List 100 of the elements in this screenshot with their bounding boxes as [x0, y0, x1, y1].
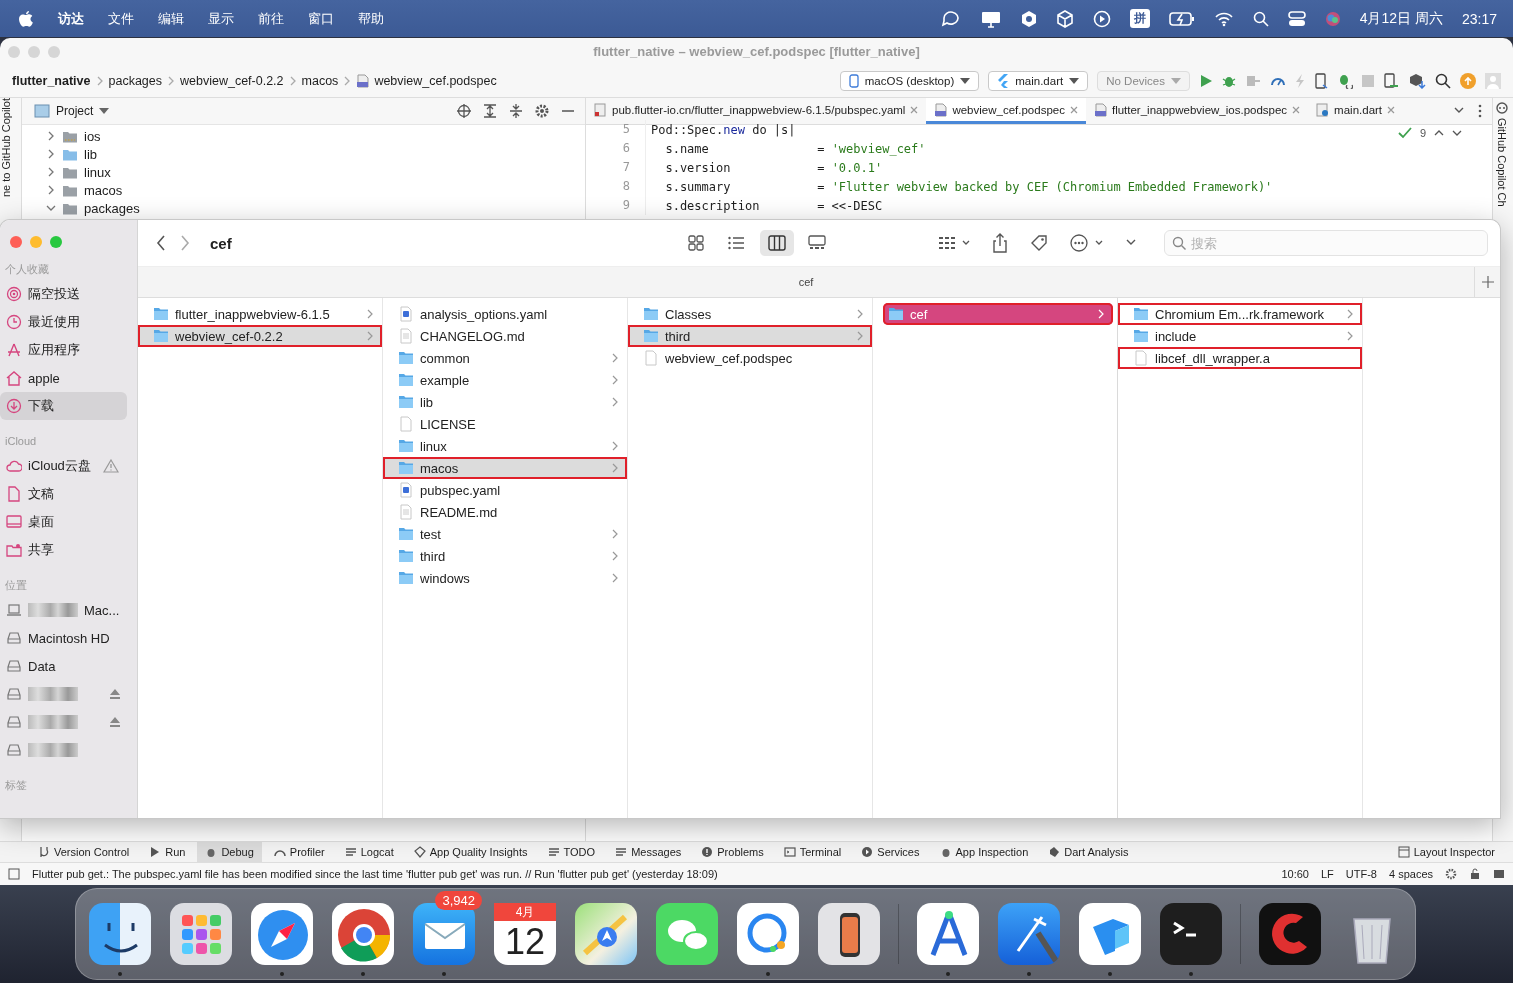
indent-setting[interactable]: 4 spaces [1388, 868, 1433, 880]
caret-position[interactable]: 10:60 [1281, 868, 1309, 880]
chevron-right-icon[interactable] [46, 167, 56, 177]
run-configuration-selector[interactable]: main.dart [988, 71, 1089, 91]
sidebar-item[interactable]: apple [0, 364, 127, 392]
side-tool-tab[interactable]: ne to GitHub Copilot [0, 98, 15, 204]
tool-window-tab[interactable]: Problems [693, 842, 772, 862]
battery-icon[interactable] [1168, 10, 1195, 27]
breadcrumb-item[interactable]: macos [301, 74, 339, 88]
file-row[interactable]: test [383, 523, 627, 545]
file-row[interactable]: lib [383, 391, 627, 413]
tool-window-tab[interactable]: Version Control [30, 842, 138, 862]
file-row[interactable]: windows [383, 567, 627, 589]
status-message[interactable]: Flutter pub get.: The pubspec.yaml file has been modified since the last time 'flutter pub get' was run. // Run 'flutter pub get' (yesterday 18:09) [32, 868, 718, 880]
chevron-up-icon[interactable] [1434, 129, 1444, 137]
editor-tab[interactable]: webview_cef.podspec [926, 98, 1086, 124]
close-icon[interactable] [1387, 105, 1396, 114]
tool-window-tab[interactable]: Profiler [265, 842, 333, 862]
chat-bubble-icon[interactable] [940, 9, 961, 28]
smiling-face-icon[interactable] [89, 903, 151, 965]
search-icon[interactable] [1252, 10, 1269, 27]
back-icon[interactable] [156, 235, 166, 251]
lock-icon[interactable] [1469, 868, 1481, 880]
sidebar-item[interactable]: 桌面 [0, 508, 127, 536]
run-icon[interactable] [1199, 74, 1213, 88]
menu-item[interactable]: 编辑 [158, 9, 184, 28]
file-row[interactable]: third [383, 545, 627, 567]
close-icon[interactable] [1069, 105, 1078, 114]
close-icon[interactable] [910, 105, 919, 114]
tree-item[interactable]: ios [22, 127, 585, 145]
more-options-icon[interactable] [1070, 234, 1104, 252]
sidebar-item[interactable]: 文稿 [0, 480, 127, 508]
play-circle-icon[interactable] [1092, 9, 1111, 28]
more-options-icon[interactable] [1478, 104, 1482, 118]
swirl-icon[interactable] [1259, 903, 1321, 965]
sidebar-item[interactable]: 隔空投送 [0, 280, 127, 308]
tool-window-tab[interactable]: Logcat [336, 842, 402, 862]
file-row[interactable]: webview_cef-0.2.2 [138, 325, 382, 347]
wifi-icon[interactable] [1213, 10, 1234, 27]
problems-count[interactable]: 9 [1419, 127, 1426, 139]
settings-icon[interactable] [1445, 868, 1457, 880]
app-menu[interactable]: 访达 [58, 9, 84, 28]
tool-window-tab[interactable]: TODO [539, 842, 604, 862]
input-method-indicator[interactable]: 拼 [1129, 9, 1150, 28]
line-separator[interactable]: LF [1320, 868, 1334, 880]
expand-all-icon[interactable] [483, 104, 497, 118]
editor-tab[interactable]: flutter_inappwebview_ios.podspec [1085, 98, 1309, 124]
cube-shapes-icon[interactable] [1079, 903, 1141, 965]
file-row[interactable]: Chromium Em...rk.framework [1118, 303, 1362, 325]
side-tool-tab[interactable]: GitHub Copilot Ch [1493, 98, 1511, 211]
menu-item[interactable]: 窗口 [308, 9, 334, 28]
chevron-down-icon[interactable] [1126, 239, 1136, 247]
menubar-clock[interactable]: 23:17 [1461, 10, 1497, 27]
breadcrumb-item[interactable]: webview_cef.podspec [374, 74, 497, 88]
tool-window-tab[interactable]: App Inspection [931, 842, 1037, 862]
sidebar-item[interactable]: iCloud云盘 [0, 452, 127, 480]
status-panel-icon[interactable] [8, 868, 20, 880]
terminal-icon[interactable] [1160, 903, 1222, 965]
file-row[interactable]: LICENSE [383, 413, 627, 435]
editor-tab[interactable]: main.dart [1308, 98, 1404, 124]
eject-icon[interactable] [109, 688, 121, 700]
group-by-icon[interactable] [938, 236, 970, 250]
device-manager-icon[interactable] [1383, 73, 1399, 89]
compass-drawing-icon[interactable] [917, 903, 979, 965]
sidebar-item[interactable]: Mac... [0, 596, 127, 624]
tool-window-tab[interactable]: Layout Inspector [1389, 842, 1503, 862]
file-row[interactable]: libcef_dll_wrapper.a [1118, 347, 1362, 369]
menu-item[interactable]: 显示 [208, 9, 234, 28]
file-row[interactable]: linux [383, 435, 627, 457]
eject-icon[interactable] [109, 716, 121, 728]
hexagon-icon[interactable] [1020, 9, 1037, 28]
menu-item[interactable]: 前往 [258, 9, 284, 28]
file-row[interactable]: pubspec.yaml [383, 479, 627, 501]
chevron-down-icon[interactable] [1452, 129, 1462, 137]
app-grid-icon[interactable] [170, 903, 232, 965]
view-mode-button[interactable] [760, 230, 794, 256]
tool-window-tab[interactable]: App Quality Insights [405, 842, 536, 862]
colored-ring-icon[interactable] [332, 903, 394, 965]
tool-window-tab[interactable]: Dart Analysis [1040, 842, 1137, 862]
file-row[interactable]: third [628, 325, 872, 347]
apple-logo-icon[interactable] [18, 9, 34, 28]
cube-icon[interactable] [1055, 9, 1074, 28]
tree-item[interactable]: packages [22, 199, 585, 217]
colorful-orb-icon[interactable] [1324, 10, 1341, 27]
file-row[interactable]: include [1118, 325, 1362, 347]
chat-bubbles-icon[interactable] [656, 903, 718, 965]
tool-window-tab[interactable]: Services [853, 842, 928, 862]
display-icon[interactable] [979, 9, 1002, 28]
file-row[interactable]: example [383, 369, 627, 391]
chevron-down-icon[interactable] [1454, 107, 1464, 115]
compass-icon[interactable] [251, 903, 313, 965]
tree-item[interactable]: macos [22, 181, 585, 199]
crosshair-icon[interactable] [457, 104, 471, 118]
close-icon[interactable] [1292, 105, 1301, 114]
tool-window-tab[interactable]: Messages [607, 842, 690, 862]
breadcrumb-item[interactable]: packages [108, 74, 162, 88]
tree-item[interactable]: linux [22, 163, 585, 181]
map-icon[interactable] [575, 903, 637, 965]
search-icon[interactable] [1435, 73, 1451, 89]
panel-title[interactable]: Project [56, 104, 94, 118]
